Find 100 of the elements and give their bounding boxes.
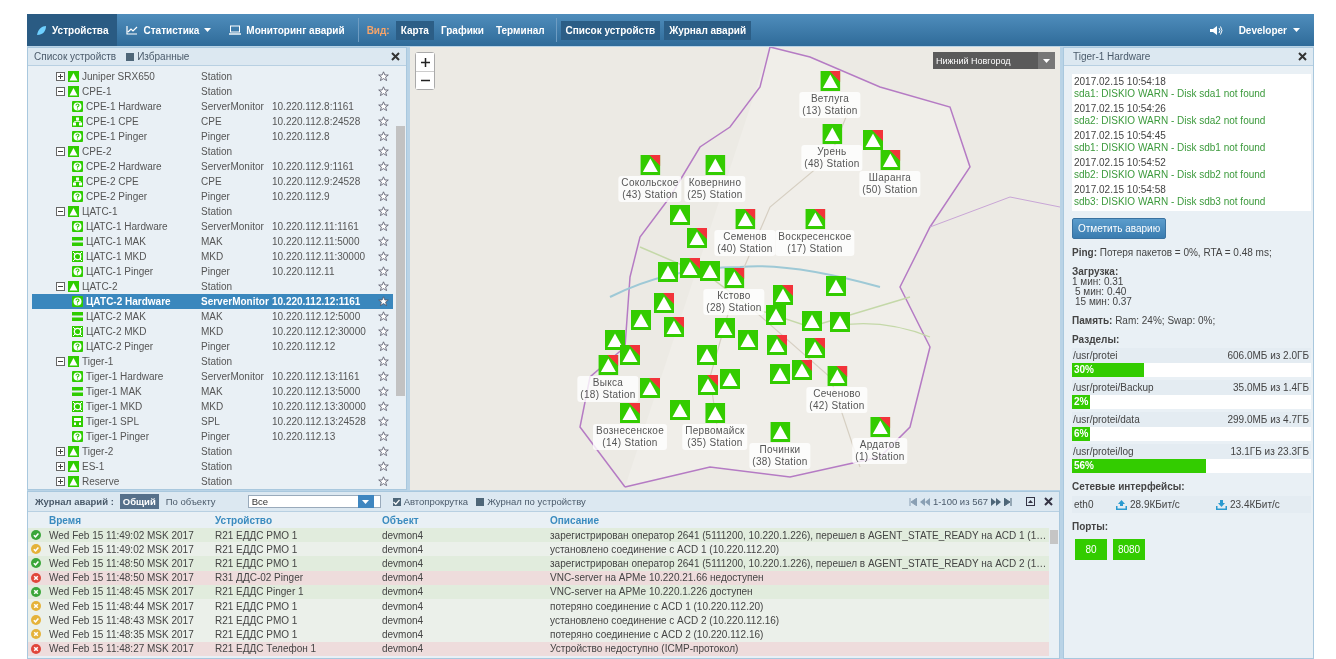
log-row[interactable]: Wed Feb 15 11:49:02 MSK 2017 R21 ЕДДС РМО 1 devmon4 зарегистрирован оператор 2641 (5111200, 10.220.1.226), перешел в AGENT_STATE_READY на ACD 1 (1… bbox=[28, 528, 1049, 543]
collapse-icon[interactable] bbox=[56, 87, 65, 96]
station-marker-icon[interactable] bbox=[700, 261, 720, 281]
tree-row[interactable]: Tiger-1 Station bbox=[32, 354, 393, 369]
nav-tab[interactable]: Статистика bbox=[117, 14, 221, 46]
mode-toggle[interactable]: По объекту bbox=[162, 494, 219, 509]
star-icon[interactable] bbox=[378, 281, 389, 292]
collapse-icon[interactable] bbox=[56, 147, 65, 156]
tree-row[interactable]: ЦАТС-2 Station bbox=[32, 279, 393, 294]
autoscroll-checkbox[interactable]: Автопрокрутка bbox=[392, 496, 469, 507]
mode-toggle[interactable]: Общий bbox=[119, 494, 159, 509]
station-marker-icon[interactable] bbox=[605, 330, 625, 350]
station-marker-icon[interactable] bbox=[770, 422, 790, 442]
station-marker-icon[interactable] bbox=[805, 209, 825, 229]
station-marker-icon[interactable] bbox=[720, 369, 740, 389]
tree-row[interactable]: ЦАТС-2 Pinger Pinger 10.220.112.12 bbox=[32, 339, 393, 354]
star-icon[interactable] bbox=[378, 311, 389, 322]
station-marker-icon[interactable] bbox=[805, 338, 825, 358]
station-marker-icon[interactable] bbox=[870, 417, 890, 437]
star-icon[interactable] bbox=[378, 236, 389, 247]
next-page-icon[interactable] bbox=[991, 497, 1001, 506]
station-marker-icon[interactable] bbox=[654, 293, 674, 313]
station-marker-icon[interactable] bbox=[687, 228, 707, 248]
station-marker-icon[interactable] bbox=[680, 258, 700, 278]
station-marker-icon[interactable] bbox=[820, 71, 840, 91]
checkbox[interactable] bbox=[126, 52, 135, 61]
star-icon[interactable] bbox=[378, 191, 389, 202]
star-icon[interactable] bbox=[378, 341, 389, 352]
tree-row[interactable]: CPE-1 Pinger Pinger 10.220.112.8 bbox=[32, 129, 393, 144]
expand-icon[interactable] bbox=[56, 462, 65, 471]
collapse-icon[interactable] bbox=[56, 207, 65, 216]
tree-row[interactable]: Reserve Station bbox=[32, 474, 393, 489]
star-icon[interactable] bbox=[378, 146, 389, 157]
tree-row[interactable]: CPE-1 CPE CPE 10.220.112.8:24528 bbox=[32, 114, 393, 129]
station-marker-icon[interactable] bbox=[767, 335, 787, 355]
tree-row[interactable]: CPE-2 Pinger Pinger 10.220.112.9 bbox=[32, 189, 393, 204]
checkbox[interactable] bbox=[392, 497, 401, 506]
close-icon[interactable] bbox=[1044, 497, 1053, 506]
star-icon[interactable] bbox=[378, 116, 389, 127]
collapse-icon[interactable] bbox=[56, 357, 65, 366]
tree-row[interactable]: CPE-2 CPE CPE 10.220.112.9:24528 bbox=[32, 174, 393, 189]
star-icon[interactable] bbox=[378, 296, 389, 307]
station-marker-icon[interactable] bbox=[631, 310, 651, 330]
star-icon[interactable] bbox=[378, 401, 389, 412]
star-icon[interactable] bbox=[378, 101, 389, 112]
star-icon[interactable] bbox=[378, 86, 389, 97]
log-row[interactable]: Wed Feb 15 11:49:02 MSK 2017 R21 ЕДДС РМО 1 devmon4 установлено соединение с ACD 1 (10.220.112.20) bbox=[28, 542, 1049, 557]
tree-row[interactable]: CPE-2 Hardware ServerMonitor 10.220.112.9:1161 bbox=[32, 159, 393, 174]
tree-row[interactable]: Tiger-1 Pinger Pinger 10.220.112.13 bbox=[32, 429, 393, 444]
maximize-icon[interactable] bbox=[1026, 497, 1035, 506]
station-marker-icon[interactable] bbox=[822, 124, 842, 144]
expand-icon[interactable] bbox=[56, 72, 65, 81]
tree-row[interactable]: Tiger-1 MKD MKD 10.220.112.13:30000 bbox=[32, 399, 393, 414]
star-icon[interactable] bbox=[378, 431, 389, 442]
first-page-icon[interactable] bbox=[908, 497, 917, 506]
tree-row[interactable]: CPE-2 Station bbox=[32, 144, 393, 159]
star-icon[interactable] bbox=[378, 266, 389, 277]
station-marker-icon[interactable] bbox=[738, 330, 758, 350]
star-icon[interactable] bbox=[378, 251, 389, 262]
station-marker-icon[interactable] bbox=[827, 366, 847, 386]
tree-row[interactable]: ЦАТС-1 MKD MKD 10.220.112.11:30000 bbox=[32, 249, 393, 264]
tree-row[interactable]: Tiger-1 Hardware ServerMonitor 10.220.112.13:1161 bbox=[32, 369, 393, 384]
station-marker-icon[interactable] bbox=[880, 150, 900, 170]
star-icon[interactable] bbox=[378, 161, 389, 172]
station-marker-icon[interactable] bbox=[705, 403, 725, 423]
expand-icon[interactable] bbox=[56, 447, 65, 456]
mark-alarm-button[interactable]: Отметить аварию bbox=[1072, 218, 1167, 239]
station-marker-icon[interactable] bbox=[770, 364, 790, 384]
star-icon[interactable] bbox=[378, 461, 389, 472]
station-marker-icon[interactable] bbox=[598, 355, 618, 375]
star-icon[interactable] bbox=[378, 206, 389, 217]
tree-row[interactable]: ЦАТС-1 Pinger Pinger 10.220.112.11 bbox=[32, 264, 393, 279]
tree-row[interactable]: Juniper SRX650 Station bbox=[32, 69, 393, 84]
view-button[interactable]: Карта bbox=[395, 20, 434, 40]
user-menu[interactable]: Developer bbox=[1222, 14, 1314, 46]
station-marker-icon[interactable] bbox=[724, 268, 744, 288]
star-icon[interactable] bbox=[378, 131, 389, 142]
view-button[interactable]: Графики bbox=[435, 20, 489, 40]
close-icon[interactable] bbox=[1298, 52, 1307, 61]
station-marker-icon[interactable] bbox=[773, 285, 793, 305]
station-marker-icon[interactable] bbox=[640, 155, 660, 175]
last-page-icon[interactable] bbox=[1004, 497, 1012, 506]
device-log-checkbox[interactable]: Журнал по устройству bbox=[476, 496, 586, 507]
tree-row[interactable]: ЦАТС-2 MKD MKD 10.220.112.12:30000 bbox=[32, 324, 393, 339]
tree-row[interactable]: ЦАТС-1 Station bbox=[32, 204, 393, 219]
tree-row[interactable]: Tiger-1 MAK MAK 10.220.112.13:5000 bbox=[32, 384, 393, 399]
panel-toggle[interactable]: Список устройств bbox=[560, 20, 661, 40]
speaker-icon[interactable] bbox=[1208, 24, 1223, 36]
station-marker-icon[interactable] bbox=[620, 345, 640, 365]
favorites-checkbox[interactable]: Избранные bbox=[126, 51, 190, 62]
close-icon[interactable] bbox=[391, 52, 400, 61]
star-icon[interactable] bbox=[378, 476, 389, 487]
station-marker-icon[interactable] bbox=[620, 403, 640, 423]
log-row[interactable]: Wed Feb 15 11:48:43 MSK 2017 R21 ЕДДС РМО 1 devmon4 установлено соединение с ACD 2 (10.220.112.16) bbox=[28, 613, 1049, 628]
nav-tab[interactable]: Мониторинг аварий bbox=[220, 14, 354, 46]
station-marker-icon[interactable] bbox=[792, 360, 812, 380]
station-marker-icon[interactable] bbox=[715, 318, 735, 338]
star-icon[interactable] bbox=[378, 71, 389, 82]
tree-row[interactable]: ES-1 Station bbox=[32, 459, 393, 474]
view-button[interactable]: Терминал bbox=[490, 20, 550, 40]
